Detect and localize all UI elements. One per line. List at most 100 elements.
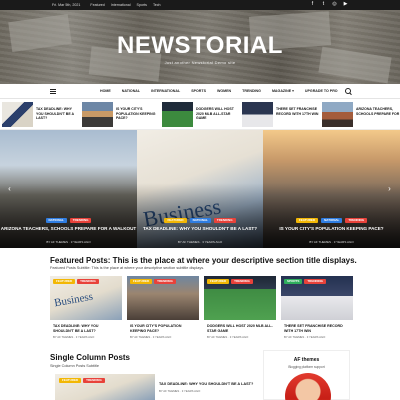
top-nav-sports[interactable]: Sports <box>137 3 147 7</box>
main-nav: HOME NATIONAL INTERNATIONAL SPORTS WOMEN… <box>0 84 400 99</box>
ticker-title: THERE SET FRANCHISE RECORD WITH 17TH WIN <box>276 107 319 116</box>
slide-title[interactable]: ARIZONA TEACHERS, SCHOOLS PREPARE FOR A … <box>0 226 137 232</box>
featured-post-card[interactable]: SPORTS TRENDING THERE SET FRANCHISE RECO… <box>281 276 353 346</box>
slider-next-arrow-icon[interactable]: › <box>386 184 393 193</box>
ticker-item[interactable]: DODGERS WILL HOST 2020 MLB ALL-STAR GAME <box>162 102 240 128</box>
nav-international[interactable]: INTERNATIONAL <box>151 89 180 93</box>
avatar <box>285 373 331 400</box>
featured-section-title: Featured Posts: This is the place at whe… <box>50 256 357 265</box>
post-meta: BY AF THEMES · 3 YEARS AGO <box>130 335 172 340</box>
category-badge[interactable]: TRENDING <box>83 378 105 384</box>
category-badge[interactable]: FEATURED <box>164 218 187 224</box>
hamburger-menu-icon[interactable] <box>50 89 56 94</box>
ticker-item[interactable]: ARIZONA TEACHERS, SCHOOLS PREPARE FOR <box>322 102 400 128</box>
single-post-card[interactable]: FEATURED TRENDING TAX DEADLINE: WHY YOU … <box>50 374 255 400</box>
post-title[interactable]: IS YOUR CITY'S POPULATION KEEPING PACE? <box>127 320 199 333</box>
instagram-icon[interactable]: ◎ <box>332 2 337 7</box>
social-links: f t ◎ ▶ <box>310 2 348 7</box>
ticker-thumbnail <box>162 102 193 127</box>
post-image[interactable]: SPORTS TRENDING <box>281 276 353 320</box>
post-meta: BY AF THEMES · 3 YEARS AGO <box>53 335 95 340</box>
category-badge[interactable]: TRENDING <box>304 279 327 285</box>
post-title[interactable]: TAX DEADLINE: WHY YOU SHOULDN'T BE A LAS… <box>50 320 122 333</box>
facebook-icon[interactable]: f <box>310 2 315 7</box>
post-meta: BY AF THEMES · 3 YEARS AGO <box>159 388 201 393</box>
category-badge[interactable]: SPORTS <box>284 279 303 285</box>
ticker-title: ARIZONA TEACHERS, SCHOOLS PREPARE FOR <box>356 107 400 116</box>
ticker-title: IS YOUR CITY'S POPULATION KEEPING PACE? <box>116 107 156 120</box>
nav-upgrade-to-pro[interactable]: UPGRADE TO PRO <box>305 89 338 93</box>
slide[interactable]: FEATURED NATIONAL TRENDING IS YOUR CITY'… <box>263 130 400 248</box>
category-badge[interactable]: FEATURED <box>130 279 153 285</box>
site-logo[interactable]: NEWSTORIAL <box>0 32 400 60</box>
ticker-thumbnail <box>242 102 273 127</box>
post-image[interactable]: FEATURED TRENDING <box>204 276 276 320</box>
nav-national[interactable]: NATIONAL <box>122 89 140 93</box>
nav-sports[interactable]: SPORTS <box>191 89 206 93</box>
slider-prev-arrow-icon[interactable]: ‹ <box>6 184 13 193</box>
widget-title: AF themes <box>293 357 320 363</box>
nav-home[interactable]: HOME <box>100 89 111 93</box>
site-tagline: Just another Newstorial Demo site <box>164 60 236 65</box>
single-column-subtitle: Single Column Posts Subtitle <box>50 364 99 368</box>
category-badge[interactable]: NATIONAL <box>189 218 211 224</box>
top-nav-international[interactable]: International <box>111 3 131 7</box>
nav-women[interactable]: WOMEN <box>217 89 231 93</box>
category-badge[interactable]: FEATURED <box>59 378 82 384</box>
category-badge[interactable]: NATIONAL <box>45 218 67 224</box>
single-column-title: Single Column Posts <box>50 353 131 362</box>
featured-post-card[interactable]: Business FEATURED TRENDING TAX DEADLINE:… <box>50 276 122 346</box>
youtube-icon[interactable]: ▶ <box>343 2 348 7</box>
featured-post-card[interactable]: FEATURED TRENDING DODGERS WILL HOST 2020… <box>204 276 276 346</box>
author-widget: AF themes Blogging platform support <box>263 350 350 400</box>
ticker-item[interactable]: THERE SET FRANCHISE RECORD WITH 17TH WIN <box>242 102 320 128</box>
ticker-title: TAX DEADLINE: WHY YOU SHOULDN'T BE A LAS… <box>36 107 74 120</box>
search-icon[interactable] <box>345 87 352 95</box>
featured-post-card[interactable]: FEATURED TRENDING IS YOUR CITY'S POPULAT… <box>127 276 199 346</box>
category-badge[interactable]: TRENDING <box>213 218 236 224</box>
top-nav-tech[interactable]: Tech <box>153 3 161 7</box>
slide[interactable]: Business FEATURED NATIONAL TRENDING TAX … <box>137 130 263 248</box>
category-badge[interactable]: NATIONAL <box>321 218 343 224</box>
nav-magazine[interactable]: MAGAZINE ▾ <box>272 89 294 93</box>
category-badge[interactable]: TRENDING <box>154 279 176 285</box>
news-ticker: TAX DEADLINE: WHY YOU SHOULDN'T BE A LAS… <box>0 100 400 130</box>
post-meta: BY AF THEMES · 3 YEARS AGO <box>207 335 249 340</box>
post-image[interactable]: Business FEATURED TRENDING <box>50 276 122 320</box>
featured-slider: NATIONAL TRENDING ARIZONA TEACHERS, SCHO… <box>0 130 400 248</box>
slide[interactable]: NATIONAL TRENDING ARIZONA TEACHERS, SCHO… <box>0 130 137 248</box>
widget-subtitle: Blogging platform support <box>288 365 325 369</box>
top-nav-featured[interactable]: Featured <box>90 3 104 7</box>
current-date: Fri. Mar 5th, 2021 <box>52 3 81 7</box>
category-badge[interactable]: TRENDING <box>345 218 368 224</box>
slide-meta: BY AF THEMES · 3 YEARS AGO <box>46 240 91 244</box>
ticker-item[interactable]: TAX DEADLINE: WHY YOU SHOULDN'T BE A LAS… <box>2 102 80 128</box>
top-nav: Featured International Sports Tech <box>90 3 160 7</box>
slide-meta: BY AF THEMES · 3 YEARS AGO <box>309 240 354 244</box>
ticker-thumbnail <box>2 102 33 127</box>
post-image[interactable]: FEATURED TRENDING <box>127 276 199 320</box>
post-image[interactable]: FEATURED TRENDING <box>55 374 155 400</box>
top-bar: Fri. Mar 5th, 2021 Featured Internationa… <box>0 0 400 10</box>
twitter-icon[interactable]: t <box>321 2 326 7</box>
ticker-thumbnail <box>82 102 113 127</box>
category-badge[interactable]: FEATURED <box>295 218 319 224</box>
site-header: NEWSTORIAL Just another Newstorial Demo … <box>0 10 400 84</box>
post-title[interactable]: TAX DEADLINE: WHY YOU SHOULDN'T BE A LAS… <box>159 382 253 387</box>
ticker-title: DODGERS WILL HOST 2020 MLB ALL-STAR GAME <box>196 107 234 120</box>
category-badge[interactable]: TRENDING <box>69 218 92 224</box>
category-badge[interactable]: TRENDING <box>77 279 99 285</box>
post-title[interactable]: THERE SET FRANCHISE RECORD WITH 17TH WIN <box>281 320 353 333</box>
featured-section-subtitle: Featured Posts Subtitle: This is the pla… <box>50 266 205 270</box>
slide-meta: BY AF THEMES · 3 YEARS AGO <box>177 240 223 244</box>
post-meta: BY AF THEMES · 3 YEARS AGO <box>284 335 326 340</box>
post-title[interactable]: DODGERS WILL HOST 2020 MLB ALL-STAR GAME <box>204 320 276 333</box>
ticker-thumbnail <box>322 102 353 127</box>
nav-trending[interactable]: TRENDING <box>242 89 261 93</box>
category-badge[interactable]: FEATURED <box>207 279 230 285</box>
category-badge[interactable]: FEATURED <box>53 279 76 285</box>
ticker-item[interactable]: IS YOUR CITY'S POPULATION KEEPING PACE? <box>82 102 160 128</box>
category-badge[interactable]: TRENDING <box>231 279 253 285</box>
slide-title[interactable]: TAX DEADLINE: WHY YOU SHOULDN'T BE A LAS… <box>137 226 263 232</box>
slide-title[interactable]: IS YOUR CITY'S POPULATION KEEPING PACE? <box>263 226 400 232</box>
